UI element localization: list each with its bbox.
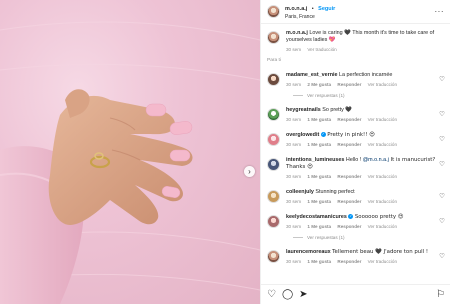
comment-likes[interactable]: 1 Me gusta (307, 259, 331, 264)
comment-likes[interactable]: 1 Me gusta (307, 174, 331, 179)
comment-time: 30 sem (286, 142, 302, 147)
comment-username[interactable]: intentions_lumineuses (286, 157, 344, 163)
commenter-avatar[interactable] (267, 158, 280, 171)
comment-likes[interactable]: 1 Me gusta (307, 117, 331, 122)
hand-with-manicure-illustration (0, 21, 260, 304)
caption-translate-link[interactable]: Ver traducción (307, 47, 336, 52)
comment-text: Soooooo pretty 😍 (354, 214, 404, 220)
translate-link[interactable]: Ver traducción (368, 117, 397, 122)
caption-username[interactable]: m.o.n.a.j (286, 30, 308, 36)
comment-username[interactable]: madame_est_vernie (286, 72, 338, 78)
reply-button[interactable]: Responder (337, 174, 361, 179)
commenter-avatar[interactable] (267, 108, 280, 121)
heart-icon[interactable]: ♡ (439, 135, 445, 143)
comment-time: 30 sem (286, 174, 302, 179)
post-photo: › (0, 0, 260, 304)
verified-badge-icon: ✓ (348, 214, 354, 220)
heart-icon[interactable]: ♡ (439, 192, 445, 200)
comment-username[interactable]: heygreatnails (286, 107, 321, 113)
commenter-avatar[interactable] (267, 133, 280, 146)
translate-link[interactable]: Ver traducción (368, 259, 397, 264)
comment-text: Stunning perfect (315, 189, 355, 195)
comment-username[interactable]: keelydecostamanicures (286, 214, 347, 220)
follow-button[interactable]: Seguir (318, 6, 335, 12)
post-actions-bar: ♡ ◯ ➤ ⚐ (261, 284, 450, 304)
reply-button[interactable]: Responder (337, 199, 361, 204)
comment-row: intentions_lumineuses Hello ! @m.o.n.a.j… (267, 157, 445, 180)
heart-icon[interactable]: ♡ (267, 289, 276, 300)
comment-text: So pretty 🖤 (322, 107, 353, 113)
translate-link[interactable]: Ver traducción (368, 82, 397, 87)
author-username[interactable]: m.o.n.a.j (285, 6, 307, 12)
comment-row: laurencemoreaux Tellement beau 🖤 J'adore… (267, 249, 445, 265)
reply-button[interactable]: Responder (337, 259, 361, 264)
verified-badge-icon: ✓ (320, 132, 326, 138)
commenter-avatar[interactable] (267, 250, 280, 263)
mention-link[interactable]: @m.o.n.a.j (363, 157, 389, 163)
reply-button[interactable]: Responder (337, 224, 361, 229)
caption-text: Love is caring 🖤 This month it's time to… (286, 30, 435, 43)
comment-text: Tellement beau 🖤 J'adore ton pull ! (332, 249, 429, 255)
comment-row: colleenjuly Stunning perfect 30 sem 1 Me… (267, 189, 445, 205)
bookmark-icon[interactable]: ⚐ (436, 289, 445, 300)
translate-link[interactable]: Ver traducción (368, 199, 397, 204)
post-header: m.o.n.a.j • Seguir Paris, France ··· (261, 0, 450, 24)
comment-row: keelydecostamanicures ✓ Soooooo pretty 😍… (267, 214, 445, 230)
comment-username[interactable]: overglowedit (286, 132, 319, 138)
heart-icon[interactable]: ♡ (439, 160, 445, 168)
comment-username[interactable]: colleenjuly (286, 189, 314, 195)
post-details-panel: m.o.n.a.j • Seguir Paris, France ··· m.o… (260, 0, 450, 304)
caption-row: m.o.n.a.j Love is caring 🖤 This month it… (267, 30, 445, 53)
heart-icon[interactable]: ♡ (439, 252, 445, 260)
commenter-avatar[interactable] (267, 73, 280, 86)
author-avatar[interactable] (267, 5, 280, 18)
comment-likes[interactable]: 1 Me gusta (307, 224, 331, 229)
heart-icon[interactable]: ♡ (439, 217, 445, 225)
comment-likes[interactable]: 2 Me gusta (307, 82, 331, 87)
comment-icon[interactable]: ◯ (282, 289, 293, 300)
comment-time: 30 sem (286, 82, 302, 87)
commenter-avatar[interactable] (267, 215, 280, 228)
comments-list: m.o.n.a.j Love is caring 🖤 This month it… (261, 24, 450, 282)
reply-button[interactable]: Responder (337, 142, 361, 147)
comment-row: madame_est_vernie La perfection incarnée… (267, 72, 445, 88)
comment-time: 30 sem (286, 259, 302, 264)
comment-text-before: Hello ! (345, 157, 363, 163)
caption-time: 30 sem (286, 47, 302, 52)
reply-button[interactable]: Responder (337, 82, 361, 87)
comment-text: La perfection incarnée (339, 72, 393, 78)
chevron-right-icon[interactable]: › (244, 166, 255, 177)
comment-row: heygreatnails So pretty 🖤 30 sem 1 Me gu… (267, 107, 445, 123)
translate-link[interactable]: Ver traducción (368, 174, 397, 179)
separator-dot: • (311, 6, 314, 12)
heart-icon[interactable]: ♡ (439, 110, 445, 118)
comment-likes[interactable]: 1 Me gusta (307, 199, 331, 204)
comment-time: 30 sem (286, 117, 302, 122)
comment-time: 30 sem (286, 224, 302, 229)
reply-button[interactable]: Responder (337, 117, 361, 122)
view-replies-button[interactable]: Ver respuestas (1) (293, 235, 445, 240)
comment-likes[interactable]: 1 Me gusta (307, 142, 331, 147)
para-ti-label: Para ti (267, 58, 281, 63)
comment-username[interactable]: laurencemoreaux (286, 249, 331, 255)
translate-link[interactable]: Ver traducción (368, 224, 397, 229)
share-icon[interactable]: ➤ (299, 289, 307, 300)
more-options-icon[interactable]: ··· (435, 7, 445, 16)
comment-time: 30 sem (286, 199, 302, 204)
view-replies-button[interactable]: Ver respuestas (1) (293, 93, 445, 98)
translate-link[interactable]: Ver traducción (368, 142, 397, 147)
author-avatar[interactable] (267, 31, 280, 44)
post-location[interactable]: Paris, France (285, 13, 335, 21)
comment-row: overglowedit ✓ Pretty in pink!! 😍 30 sem… (267, 132, 445, 148)
commenter-avatar[interactable] (267, 190, 280, 203)
comment-text: Pretty in pink!! 😍 (327, 132, 375, 138)
heart-icon[interactable]: ♡ (439, 75, 445, 83)
